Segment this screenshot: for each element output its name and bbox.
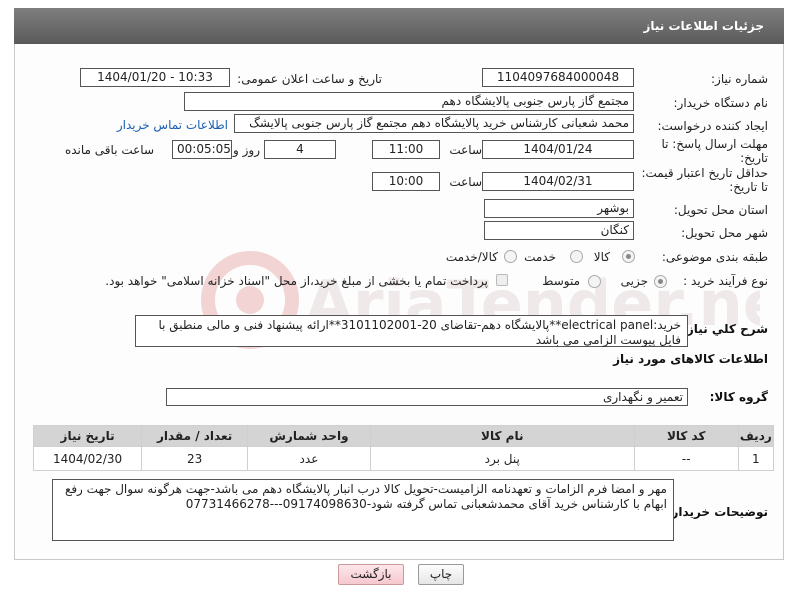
back-button[interactable]: بازگشت [338,564,404,585]
col-row-header: ردیف [737,425,775,447]
general-description: خرید:electrical panel**پالایشگاه دهم-تقا… [135,315,688,347]
process-option-partial: جزیی [620,274,648,288]
buyer-contact-link[interactable]: اطلاعات تماس خریدار [117,118,228,132]
process-radio-partial[interactable] [654,275,667,288]
process-option-medium: متوسط [542,274,580,288]
province-field: بوشهر [484,199,634,218]
col-name-header: نام کالا [369,425,635,447]
reply-time-field: 11:00 [372,140,440,159]
validity-time-field: 10:00 [372,172,440,191]
city-field: کنگان [484,221,634,240]
table-row: 1 -- پنل برد عدد 23 1404/02/30 [32,446,775,471]
cell-unit: عدد [247,446,371,471]
category-label: طبقه بندی موضوعی: [661,250,768,264]
day-and-label: روز و [233,143,260,157]
province-label: استان محل تحویل: [673,203,768,217]
cell-qty: 23 [141,446,249,471]
reply-days-field: 4 [264,140,336,159]
need-number-field: 1104097684000048 [482,68,634,87]
remaining-time-field: 00:05:05 [172,140,232,159]
goods-group-field: تعمیر و نگهداری [166,388,688,406]
category-option-service: خدمت [524,250,556,264]
cell-row: 1 [737,446,775,471]
remaining-label: ساعت باقی مانده [64,143,154,157]
buyer-org-label: نام دستگاه خریدار: [673,96,769,110]
cell-name: پنل برد [369,446,635,471]
col-qty-header: تعداد / مقدار [141,425,249,447]
process-type-label: نوع فرآیند خرید : [683,274,768,288]
need-number-label: شماره نیاز: [711,72,768,86]
col-date-header: تاریخ نیاز [32,425,143,447]
buyer-notes: مهر و امضا فرم الزامات و تعهدنامه الزامی… [52,479,674,541]
buyer-org-field: مجتمع گاز پارس جنوبی پالایشگاه دهم [184,92,634,111]
page: جزئیات اطلاعات نیاز AriaTender.neT شماره… [0,0,788,598]
requester-field: محمد شعبانی کارشناس خرید پالایشگاه دهم م… [234,114,634,133]
treasury-note: پرداخت تمام یا بخشی از مبلغ خرید،از محل … [105,274,488,288]
announce-datetime-label: تاریخ و ساعت اعلان عمومی: [237,72,382,86]
reply-time-label: ساعت [449,143,482,157]
category-option-goods: کالا [593,250,610,264]
process-radio-medium[interactable] [588,275,601,288]
goods-info-title: اطلاعات کالاهای مورد نیاز [613,352,768,366]
reply-deadline-label: مهلت ارسال پاسخ: تا تاریخ: [661,137,768,165]
page-title: جزئیات اطلاعات نیاز [643,19,764,33]
price-validity-label: حداقل تاریخ اعتبار قیمت: تا تاریخ: [641,166,768,194]
col-code-header: کد کالا [633,425,739,447]
cell-date: 1404/02/30 [32,446,143,471]
print-button[interactable]: چاپ [418,564,464,585]
category-radio-goods-service[interactable] [504,250,517,263]
treasury-checkbox[interactable] [496,274,508,286]
reply-date-field: 1404/01/24 [482,140,634,159]
validity-time-label: ساعت [449,175,482,189]
city-label: شهر محل تحویل: [681,226,768,240]
table-header-row: ردیف کد کالا نام کالا واحد شمارش تعداد /… [32,425,775,447]
buyer-notes-label: توضیحات خریدار: [666,505,768,519]
category-option-goods-service: کالا/خدمت [445,250,498,264]
goods-table: ردیف کد کالا نام کالا واحد شمارش تعداد /… [32,425,775,471]
header-bar: جزئیات اطلاعات نیاز [14,8,784,44]
category-radio-goods[interactable] [622,250,635,263]
category-radio-service[interactable] [570,250,583,263]
announce-datetime-field: 1404/01/20 - 10:33 [80,68,230,87]
cell-code: -- [633,446,739,471]
col-unit-header: واحد شمارش [247,425,371,447]
requester-label: ایجاد کننده درخواست: [657,119,768,133]
general-desc-label: شرح كلي نياز: [682,322,768,336]
validity-date-field: 1404/02/31 [482,172,634,191]
goods-group-label: گروه کالا: [709,390,768,404]
